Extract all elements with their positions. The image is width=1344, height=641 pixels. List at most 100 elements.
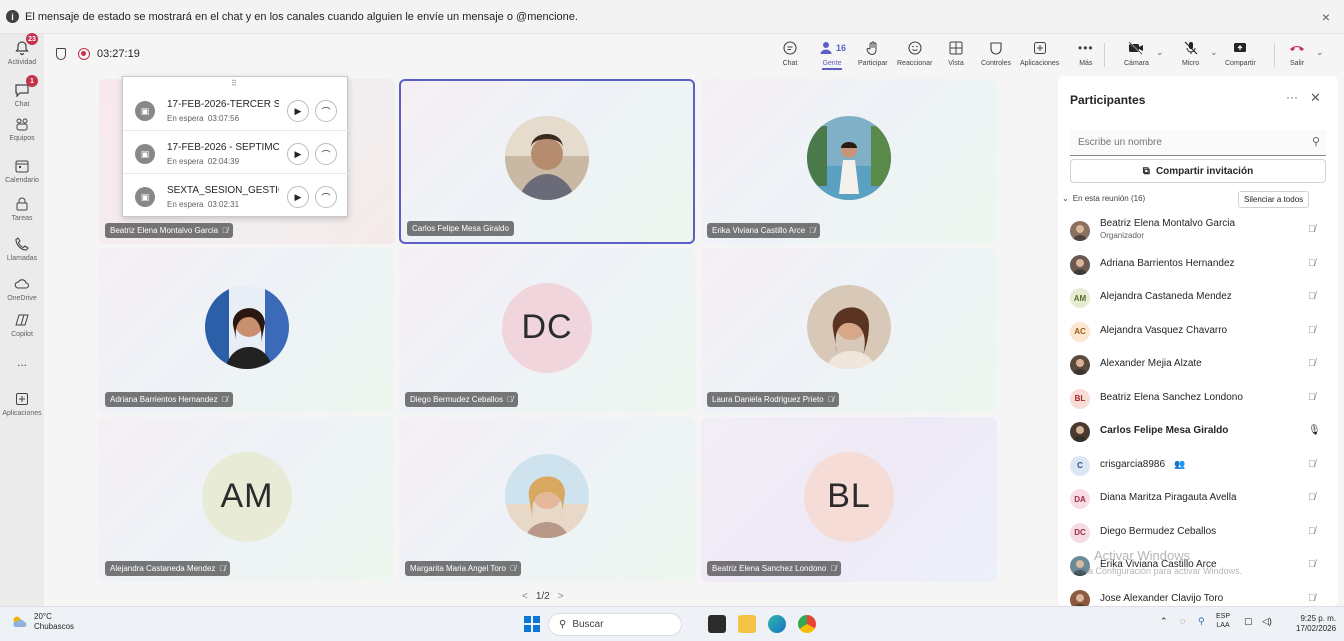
mic-off-icon[interactable]: 🎙̸ — [1308, 291, 1316, 302]
participant-row[interactable]: Beatriz Elena Montalvo Garcia Organizador… — [1062, 214, 1334, 247]
close-icon[interactable]: × — [1322, 9, 1330, 25]
file-explorer-icon[interactable] — [738, 615, 756, 633]
task-view-icon[interactable] — [708, 615, 726, 633]
participant-row[interactable]: AC Alejandra Vasquez Chavarro 🎙̸ — [1062, 315, 1334, 348]
weather-widget[interactable]: 20°C Chubascos — [10, 612, 74, 632]
language-indicator[interactable]: ESP LAA — [1216, 612, 1230, 630]
view-button[interactable]: Vista — [948, 38, 964, 67]
volume-icon[interactable]: ◁) — [1262, 616, 1272, 627]
video-tile-active-speaker[interactable]: Carlos Felipe Mesa Giraldo — [399, 79, 695, 244]
chevron-down-icon[interactable]: ⌄ — [1316, 47, 1324, 58]
hang-up-button[interactable]: ⌒ — [315, 100, 337, 122]
hang-up-icon — [1288, 38, 1306, 58]
camera-label: Cámara — [1124, 60, 1149, 67]
video-tile[interactable]: AM Alejandra Castaneda Mendez 🎙̸ — [99, 417, 395, 582]
chat-icon: 1 — [12, 75, 38, 100]
share-invite-button[interactable]: ⧉ Compartir invitación — [1070, 159, 1326, 183]
raise-hand-button[interactable]: Participar — [858, 38, 888, 67]
network-icon[interactable]: ◌ — [1180, 616, 1185, 626]
participant-search[interactable]: ⚲ — [1070, 130, 1326, 156]
mic-off-icon[interactable]: 🎙̸ — [1308, 325, 1316, 336]
rail-item-apps[interactable]: Aplicaciones — [0, 389, 44, 417]
chevron-down-icon[interactable]: ⌄ — [1156, 47, 1164, 58]
rail-item-activity[interactable]: 23 Actividad — [0, 33, 44, 66]
drag-handle-icon[interactable]: ⠿ — [231, 79, 238, 88]
mic-off-icon[interactable]: 🎙̸ — [1308, 224, 1316, 235]
mic-off-icon[interactable]: 🎙̸ — [1308, 258, 1316, 269]
toolbar-divider — [1274, 43, 1275, 67]
resume-button[interactable]: ▶ — [287, 100, 309, 122]
avatar-initials: DC — [521, 308, 573, 346]
video-tile[interactable]: DC Diego Bermudez Ceballos 🎙̸ — [399, 248, 695, 413]
on-hold-item[interactable]: ▣ SEXTA_SESIÓN_GESTIÓ En espera 03:02:31… — [123, 175, 349, 217]
hang-up-button[interactable]: ⌒ — [315, 143, 337, 165]
video-tile[interactable]: Margarita Maria Angel Toro 🎙̸ — [399, 417, 695, 582]
mic-button[interactable]: Micro — [1182, 38, 1199, 67]
mic-off-icon[interactable]: 🎙̸ — [1308, 459, 1316, 470]
participant-avatar-initials: AM — [1070, 288, 1090, 308]
camera-button[interactable]: Cámara — [1124, 38, 1149, 67]
chrome-icon[interactable] — [798, 615, 816, 633]
mic-off-icon[interactable]: 🎙̸ — [1308, 526, 1316, 537]
clock[interactable]: 9:25 p. m. 17/02/2026 — [1296, 614, 1336, 634]
taskbar-search[interactable]: ⚲ Buscar — [548, 613, 682, 636]
participant-row[interactable]: DA Diana Maritza Piragauta Avella 🎙̸ — [1062, 482, 1334, 515]
camera-off-icon — [1127, 38, 1145, 58]
mic-off-icon[interactable]: 🎙̸ — [1308, 358, 1316, 369]
close-icon[interactable]: ✕ — [1310, 90, 1321, 106]
next-page-button[interactable]: > — [558, 591, 564, 602]
mic-off-icon[interactable]: 🎙̸ — [1308, 593, 1316, 604]
leave-button[interactable]: Salir — [1288, 38, 1306, 67]
search-input[interactable] — [1078, 137, 1298, 148]
hang-up-button[interactable]: ⌒ — [315, 186, 337, 208]
chat-button[interactable]: Chat — [782, 38, 798, 67]
on-hold-item[interactable]: ▣ 17-FEB-2026-TERCER SI En espera 03:07:… — [123, 89, 349, 131]
mic-off-icon: 🎙̸ — [827, 395, 834, 404]
people-button[interactable]: 16 Gente — [818, 38, 846, 70]
more-options-icon[interactable]: ··· — [1286, 90, 1298, 104]
rail-item-teams[interactable]: Equipos — [0, 114, 44, 142]
video-tile[interactable]: Adriana Barrientos Hernandez 🎙̸ — [99, 248, 395, 413]
participant-row[interactable]: Alexander Mejia Alzate 🎙̸ — [1062, 348, 1334, 381]
rail-item-more[interactable]: ... — [0, 354, 44, 369]
participant-row[interactable]: DC Diego Bermudez Ceballos 🎙̸ — [1062, 516, 1334, 549]
in-meeting-section-header[interactable]: ⌄ En esta reunión (16) — [1062, 194, 1145, 203]
more-button[interactable]: ••• Más — [1078, 38, 1094, 67]
chevron-up-icon[interactable]: ⌃ — [1160, 616, 1168, 627]
share-button[interactable]: Compartir — [1225, 38, 1256, 67]
video-tile[interactable]: Laura Daniela Rodriguez Prieto 🎙̸ — [701, 248, 997, 413]
rail-item-calendar[interactable]: Calendario — [0, 156, 44, 184]
toolbar-divider — [1104, 43, 1105, 67]
tile-name: Alejandra Castaneda Mendez — [110, 564, 216, 573]
rail-item-onedrive[interactable]: OneDrive — [0, 274, 44, 302]
windows-start-icon[interactable] — [524, 616, 540, 632]
rail-item-calls[interactable]: Llamadas — [0, 234, 44, 262]
rail-item-chat[interactable]: 1 Chat — [0, 75, 44, 108]
mic-off-icon[interactable]: 🎙̸ — [1308, 559, 1316, 570]
participant-row[interactable]: BL Beatriz Elena Sanchez Londono 🎙̸ — [1062, 382, 1334, 415]
mute-all-button[interactable]: Silenciar a todos — [1238, 191, 1310, 208]
resume-button[interactable]: ▶ — [287, 186, 309, 208]
participant-row[interactable]: Ccrisgarcia8986 👥 🎙̸ — [1062, 449, 1334, 482]
participant-row[interactable]: AM Alejandra Castaneda Mendez 🎙̸ — [1062, 281, 1334, 314]
participant-row[interactable]: Carlos Felipe Mesa Giraldo 🎙 — [1062, 415, 1334, 448]
participant-row[interactable]: Adriana Barrientos Hernandez 🎙̸ — [1062, 248, 1334, 281]
apps-button[interactable]: Aplicaciones — [1020, 38, 1059, 67]
resume-button[interactable]: ▶ — [287, 143, 309, 165]
video-tile[interactable]: Erika Viviana Castillo Arce 🎙̸ — [701, 79, 997, 244]
on-hold-status: En espera 02:04:39 — [167, 157, 240, 166]
mic-on-icon[interactable]: 🎙 — [1308, 425, 1321, 436]
video-tile[interactable]: BL Beatriz Elena Sanchez Londono 🎙̸ — [701, 417, 997, 582]
mic-off-icon[interactable]: 🎙̸ — [1308, 492, 1316, 503]
chevron-down-icon[interactable]: ⌄ — [1210, 47, 1218, 58]
rail-item-copilot[interactable]: Copilot — [0, 310, 44, 338]
react-button[interactable]: Reaccionar — [897, 38, 932, 67]
mic-off-icon[interactable]: 🎙̸ — [1308, 392, 1316, 403]
on-hold-item[interactable]: ▣ 17-FEB-2026 - SEPTIMC En espera 02:04:… — [123, 132, 349, 174]
prev-page-button[interactable]: < — [522, 591, 528, 602]
location-icon[interactable]: ⚲ — [1198, 616, 1205, 627]
edge-icon[interactable] — [768, 615, 786, 633]
controls-button[interactable]: Controles — [981, 38, 1011, 67]
rail-item-tasks[interactable]: Tareas — [0, 194, 44, 222]
display-icon[interactable]: ▢ — [1244, 616, 1253, 627]
